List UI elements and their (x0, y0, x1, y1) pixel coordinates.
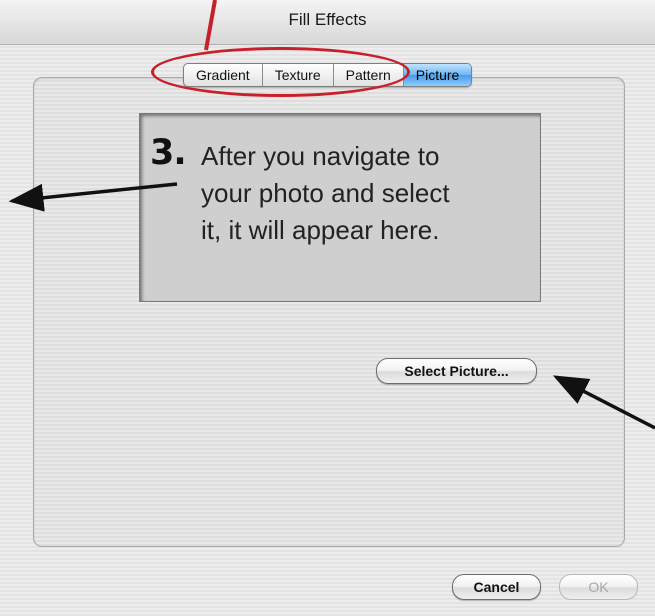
title-bar: Fill Effects (0, 0, 655, 45)
step-number: 3. (150, 133, 187, 173)
annotation-text: After you navigate to your photo and sel… (201, 138, 531, 249)
cancel-button[interactable]: Cancel (452, 574, 541, 600)
window-title: Fill Effects (288, 10, 367, 29)
select-picture-button[interactable]: Select Picture... (376, 358, 537, 384)
annotation-line: it, it will appear here. (201, 215, 440, 245)
tab-picture[interactable]: Picture (403, 64, 472, 86)
annotation-line: your photo and select (201, 178, 450, 208)
ok-button[interactable]: OK (559, 574, 638, 600)
annotation-line: After you navigate to (201, 141, 440, 171)
highlight-oval (151, 47, 410, 97)
fill-effects-dialog: Fill Effects Gradient Texture Pattern Pi… (0, 0, 655, 616)
